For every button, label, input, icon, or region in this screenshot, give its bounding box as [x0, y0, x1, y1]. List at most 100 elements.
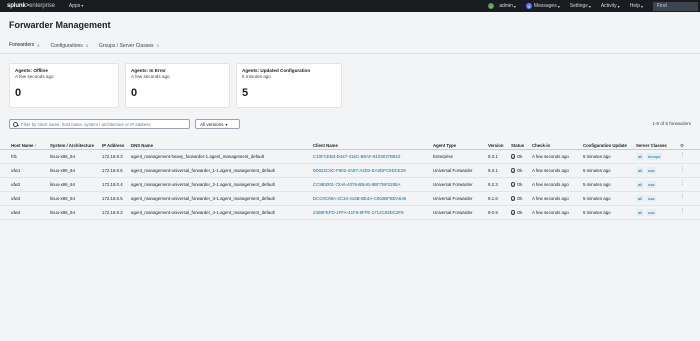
chevron-down-icon: ▾: [557, 3, 560, 9]
card-value: 0: [131, 87, 138, 99]
status-label: Ok: [516, 196, 523, 201]
more-actions-icon[interactable]: ⋮: [680, 167, 685, 172]
chevron-down-icon: ▾: [617, 3, 620, 9]
server-class-badge[interactable]: usa: [646, 195, 657, 202]
table-row[interactable]: ufw2 linux-x86_64 172.18.0.4 agent_manageme…: [0, 178, 700, 192]
column-check-in[interactable]: Check-in: [532, 143, 550, 148]
cell-client-name[interactable]: 0D022C0C-F802-4A87-A2D2-EA2DFC8DCE29: [313, 168, 406, 173]
column-system-architecture[interactable]: System / Architecture: [50, 143, 94, 148]
more-actions-icon[interactable]: ⋮: [680, 181, 685, 186]
column-ip-address[interactable]: IP Address: [102, 143, 124, 148]
cell-client-name[interactable]: C10FCEB3-D447-415C-B8AF-8103037B810: [313, 154, 400, 159]
cell-status: ✓ Ok: [511, 196, 523, 201]
tab-label: Groups / Server Classes: [99, 42, 154, 49]
apps-menu-label: Apps: [68, 3, 81, 9]
cell-version: 9.2.3: [488, 182, 498, 187]
column-host-name[interactable]: Host Name ↑: [11, 143, 37, 148]
cell-host-name: hf1: [11, 154, 18, 159]
settings-menu-label: Settings: [569, 3, 588, 9]
cell-client-name[interactable]: CC983001-72A6-4078-BBAB-9BF7BF0285A: [313, 182, 400, 187]
cell-host-name: ufw4: [11, 210, 21, 215]
column-agent-type[interactable]: Agent Type: [433, 143, 456, 148]
card-title: Agents: Offline: [15, 68, 48, 73]
cell-dns-name: agent_management-universal_forwarder_4-1…: [131, 210, 275, 215]
table-row[interactable]: ufw4 linux-x86_64 172.18.0.2 agent_manageme…: [0, 206, 700, 220]
more-actions-icon[interactable]: ⋮: [680, 195, 685, 200]
chevron-down-icon: ▾: [513, 3, 516, 9]
help-menu[interactable]: Help ▾: [630, 3, 643, 9]
column-dns-name[interactable]: DNS Name: [131, 143, 153, 148]
cell-ip-address: 172.18.0.3: [102, 154, 123, 159]
logo-brand: splunk: [7, 3, 26, 9]
activity-menu-label: Activity: [600, 3, 617, 9]
cell-configuration-update: 5 minutes ago: [583, 154, 611, 159]
find-input[interactable]: Find: [653, 1, 698, 11]
messages-count-badge: 4: [525, 3, 532, 9]
gear-icon[interactable]: ⚙: [680, 143, 684, 149]
cell-host-name: ufw1: [11, 168, 21, 173]
card-subtitle: A few seconds ago: [131, 74, 170, 79]
server-class-badge[interactable]: all: [636, 195, 645, 202]
server-class-badge[interactable]: all: [636, 153, 645, 160]
cell-system-architecture: linux-x86_64: [50, 210, 75, 215]
cell-ip-address: 172.18.0.4: [102, 182, 123, 187]
cell-version: 9.3.1: [488, 168, 498, 173]
server-class-badge[interactable]: all: [636, 181, 645, 188]
cell-version: 9.0.9: [488, 210, 498, 215]
cell-status: ✓ Ok: [511, 182, 523, 187]
messages-menu-label: Messages: [533, 3, 557, 9]
column-status[interactable]: Status: [511, 143, 524, 148]
server-class-badge[interactable]: all: [636, 167, 645, 174]
cell-version: 9.1.6: [488, 196, 498, 201]
versions-select[interactable]: All versions ▾: [195, 119, 240, 129]
tabs-divider: [0, 53, 700, 54]
card-title: Agents: Updated Configuration: [242, 68, 311, 73]
cell-check-in: A few seconds ago: [532, 154, 569, 159]
cell-check-in: A few seconds ago: [532, 210, 569, 215]
cell-ip-address: 172.18.0.5: [102, 196, 123, 201]
server-class-badge[interactable]: usa: [646, 181, 657, 188]
table-row[interactable]: ufw3 linux-x86_64 172.18.0.5 agent_manageme…: [0, 192, 700, 206]
cell-client-name[interactable]: 240BFEFD-1FFA-41F6-8FFE-1712C93DC2F8: [313, 210, 404, 215]
agents-offline-card: Agents: Offline A few seconds ago 0: [9, 63, 119, 108]
status-label: Ok: [516, 210, 523, 215]
server-class-badge[interactable]: europe: [646, 153, 663, 160]
column-client-name[interactable]: Client Name: [313, 143, 338, 148]
column-server-classes[interactable]: Server Classes: [636, 143, 667, 148]
server-class-badge[interactable]: all: [636, 209, 645, 216]
cell-client-name[interactable]: DCC0C06A-2C34-416B-BE4A-C062BFBDA646: [313, 196, 406, 201]
cell-dns-name: agent_management-universal_forwarder_1-1…: [131, 168, 275, 173]
filter-input[interactable]: Filter by client name, host name, system…: [9, 119, 190, 129]
cell-status: ✓ Ok: [511, 154, 523, 159]
result-range: 1-5 of 5 forwarders: [652, 121, 691, 126]
cell-agent-type: Enterprise: [433, 154, 454, 159]
messages-menu[interactable]: 4 Messages ▾: [525, 3, 560, 9]
cell-server-classes: all usa: [636, 167, 658, 174]
user-menu[interactable]: admin ▾: [499, 3, 516, 9]
apps-menu[interactable]: Apps▾: [69, 3, 83, 9]
health-status-icon[interactable]: ✓: [488, 3, 495, 9]
tab-count: 3: [85, 43, 89, 48]
splunk-logo[interactable]: splunk>enterprise: [7, 3, 55, 9]
cell-ip-address: 172.18.0.6: [102, 168, 123, 173]
cell-check-in: A few seconds ago: [532, 196, 569, 201]
cell-server-classes: all usa: [636, 181, 658, 188]
cell-configuration-update: 5 minutes ago: [583, 182, 611, 187]
server-class-badge[interactable]: usa: [646, 167, 657, 174]
more-actions-icon[interactable]: ⋮: [680, 209, 685, 214]
help-menu-label: Help: [629, 3, 640, 9]
chevron-down-icon: ▾: [81, 3, 84, 8]
check-circle-icon: ✓: [511, 168, 516, 173]
settings-menu[interactable]: Settings ▾: [570, 3, 591, 9]
cell-check-in: A few seconds ago: [532, 168, 569, 173]
table-row[interactable]: hf1 linux-x86_64 172.18.0.3 agent_managemen…: [0, 150, 700, 164]
activity-menu[interactable]: Activity ▾: [601, 3, 620, 9]
cell-system-architecture: linux-x86_64: [50, 196, 75, 201]
more-actions-icon[interactable]: ⋮: [680, 153, 685, 158]
agents-in-error-card: Agents: In Error A few seconds ago 0: [125, 63, 230, 108]
server-class-badge[interactable]: usa: [646, 209, 657, 216]
column-configuration-update[interactable]: Configuration Update: [583, 143, 627, 148]
column-version[interactable]: Version: [488, 143, 504, 148]
card-subtitle: A few seconds ago: [15, 74, 54, 79]
table-row[interactable]: ufw1 linux-x86_64 172.18.0.6 agent_manageme…: [0, 164, 700, 178]
